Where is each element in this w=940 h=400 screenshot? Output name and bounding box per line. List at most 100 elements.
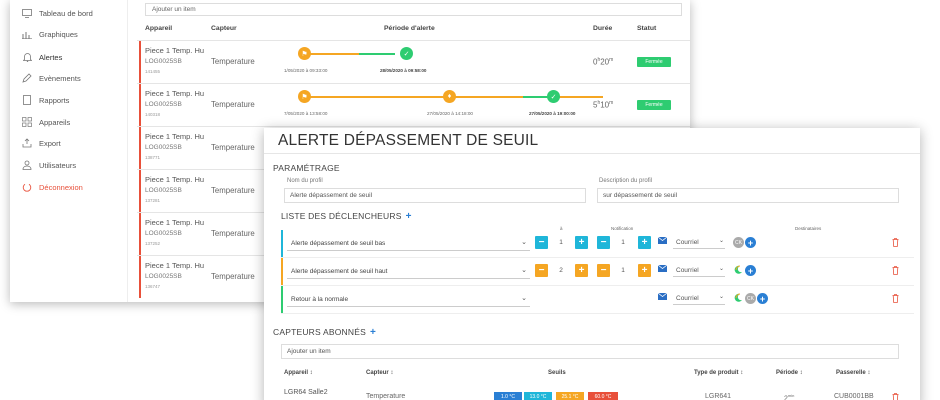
col-header-device[interactable]: Appareil ↕ xyxy=(284,370,313,376)
document-icon xyxy=(22,95,32,105)
sidebar-item-export[interactable]: Export xyxy=(22,135,61,151)
alert-indicator xyxy=(139,213,141,255)
flag-icon: ⚑ xyxy=(298,90,311,103)
sidebar-item-logout[interactable]: Déconnexion xyxy=(22,179,83,195)
col-header-thresholds: Seuils xyxy=(548,370,566,376)
threshold-value[interactable]: 1 xyxy=(555,236,567,249)
device-name: Piece 1 Temp. Hu xyxy=(145,46,205,55)
col-header-sensor[interactable]: Capteur xyxy=(211,25,237,32)
device-code: LOG0025SB xyxy=(145,101,182,108)
recipient-avatar[interactable]: CK xyxy=(745,293,756,304)
trigger-type-select[interactable]: Retour à la normale ⌄ xyxy=(287,292,530,307)
sidebar-item-alerts[interactable]: Alertes xyxy=(22,49,62,65)
grid-icon xyxy=(22,117,32,127)
power-icon xyxy=(22,182,32,192)
alert-id: 136747 xyxy=(145,284,161,289)
sidebar-item-label: Export xyxy=(39,138,61,148)
trigger-accent xyxy=(281,286,283,313)
recipient-avatar[interactable]: CK xyxy=(733,237,744,248)
table-row[interactable]: Piece 1 Temp. Hu LOG0025SB 141455 Temper… xyxy=(137,40,690,83)
profile-name-field[interactable]: Alerte dépassement de seuil xyxy=(284,188,586,203)
profile-description-field[interactable]: sur dépassement de seuil xyxy=(597,188,899,203)
alert-duration: 0h20m xyxy=(593,57,614,67)
col-header-device[interactable]: Appareil xyxy=(145,25,172,32)
trash-icon[interactable] xyxy=(892,238,899,247)
triggers-heading: LISTE DES DÉCLENCHEURS + xyxy=(281,211,412,222)
sidebar-item-label: Evènements xyxy=(39,73,81,83)
sidebar-item-label: Déconnexion xyxy=(39,182,83,192)
sensor-name: Temperature xyxy=(211,100,255,109)
col-header-duration[interactable]: Durée xyxy=(593,25,612,32)
sensor-name: Temperature xyxy=(211,143,255,152)
sidebar-item-events[interactable]: Evènements xyxy=(22,70,81,86)
sensor-gateway: CUB0001BB xyxy=(834,393,874,400)
bell-icon: ♦ xyxy=(443,90,456,103)
col-header-status[interactable]: Statut xyxy=(637,25,656,32)
sidebar-item-dashboard[interactable]: Tableau de bord xyxy=(22,5,93,21)
monitor-icon xyxy=(22,8,32,18)
sidebar-item-users[interactable]: Utilisateurs xyxy=(22,157,76,173)
sensor-search-input[interactable]: Ajouter un item xyxy=(281,344,899,359)
status-badge: Fermée xyxy=(637,57,671,67)
table-row[interactable]: Piece 1 Temp. Hu LOG0025SB 140318 Temper… xyxy=(137,83,690,126)
sensor-type: Temperature xyxy=(366,393,406,400)
export-icon xyxy=(22,138,32,148)
trash-icon[interactable] xyxy=(892,294,899,303)
envelope-icon xyxy=(658,265,667,272)
increment-button[interactable]: + xyxy=(575,236,588,249)
increment-button[interactable]: + xyxy=(638,264,651,277)
add-trigger-button[interactable]: + xyxy=(406,211,412,222)
col-header-product[interactable]: Type de produit ↕ xyxy=(694,370,743,376)
trash-icon[interactable] xyxy=(892,266,899,275)
add-recipient-button[interactable]: + xyxy=(745,265,756,276)
alert-end-date: 28/05/2020 à 09:58:00 xyxy=(380,68,427,73)
alert-search-input[interactable]: Ajouter un item xyxy=(145,3,682,16)
sidebar-item-label: Graphiques xyxy=(39,29,78,39)
envelope-icon xyxy=(658,293,667,300)
alert-id: 140318 xyxy=(145,112,161,117)
alert-duration: 5h10m xyxy=(593,100,614,110)
alert-id: 141455 xyxy=(145,69,161,74)
sidebar-item-reports[interactable]: Rapports xyxy=(22,92,69,108)
add-recipient-button[interactable]: + xyxy=(745,237,756,248)
trigger-type-select[interactable]: Alerte dépassement de seuil haut ⌄ xyxy=(287,264,530,279)
col-header-period[interactable]: Période d'alerte xyxy=(384,25,435,32)
profile-name-label: Nom du profil xyxy=(287,178,323,184)
channel-select[interactable]: Courriel ⌄ xyxy=(673,292,725,305)
device-code: LOG0025SB xyxy=(145,273,182,280)
col-header-period[interactable]: Période ↕ xyxy=(776,370,803,376)
decrement-button[interactable]: − xyxy=(535,264,548,277)
notification-value[interactable]: 1 xyxy=(617,264,629,277)
alert-indicator xyxy=(139,41,141,83)
add-sensor-button[interactable]: + xyxy=(370,327,376,338)
divider xyxy=(264,153,920,154)
trash-icon[interactable] xyxy=(892,393,899,400)
profile-description-label: Description du profil xyxy=(599,178,653,184)
increment-button[interactable]: + xyxy=(575,264,588,277)
device-name: Piece 1 Temp. Hu xyxy=(145,89,205,98)
sidebar-item-devices[interactable]: Appareils xyxy=(22,114,70,130)
increment-button[interactable]: + xyxy=(638,236,651,249)
col-header-sensor[interactable]: Capteur ↕ xyxy=(366,370,393,376)
device-name: Piece 1 Temp. Hu xyxy=(145,218,205,227)
alert-id: 137281 xyxy=(145,198,161,203)
chevron-down-icon: ⌄ xyxy=(718,266,724,272)
sidebar-item-charts[interactable]: Graphiques xyxy=(22,26,78,42)
sensor-name: Temperature xyxy=(211,272,255,281)
notification-value[interactable]: 1 xyxy=(617,236,629,249)
col-header-gateway[interactable]: Passerelle ↕ xyxy=(836,370,870,376)
decrement-button[interactable]: − xyxy=(597,236,610,249)
decrement-button[interactable]: − xyxy=(597,264,610,277)
alert-id: 138771 xyxy=(145,155,161,160)
device-name: Piece 1 Temp. Hu xyxy=(145,132,205,141)
trigger-row: Retour à la normale ⌄ Courriel ⌄ CK + xyxy=(281,286,914,314)
alert-start-date: 7/05/2020 à 13:58:00 xyxy=(284,111,328,116)
add-recipient-button[interactable]: + xyxy=(757,293,768,304)
sensor-period: 2min xyxy=(784,393,795,400)
channel-select[interactable]: Courriel ⌄ xyxy=(673,264,725,277)
decrement-button[interactable]: − xyxy=(535,236,548,249)
device-code: LOG0025SB xyxy=(145,187,182,194)
threshold-value[interactable]: 2 xyxy=(555,264,567,277)
trigger-type-select[interactable]: Alerte dépassement de seuil bas ⌄ xyxy=(287,236,530,251)
channel-select[interactable]: Courriel ⌄ xyxy=(673,236,725,249)
